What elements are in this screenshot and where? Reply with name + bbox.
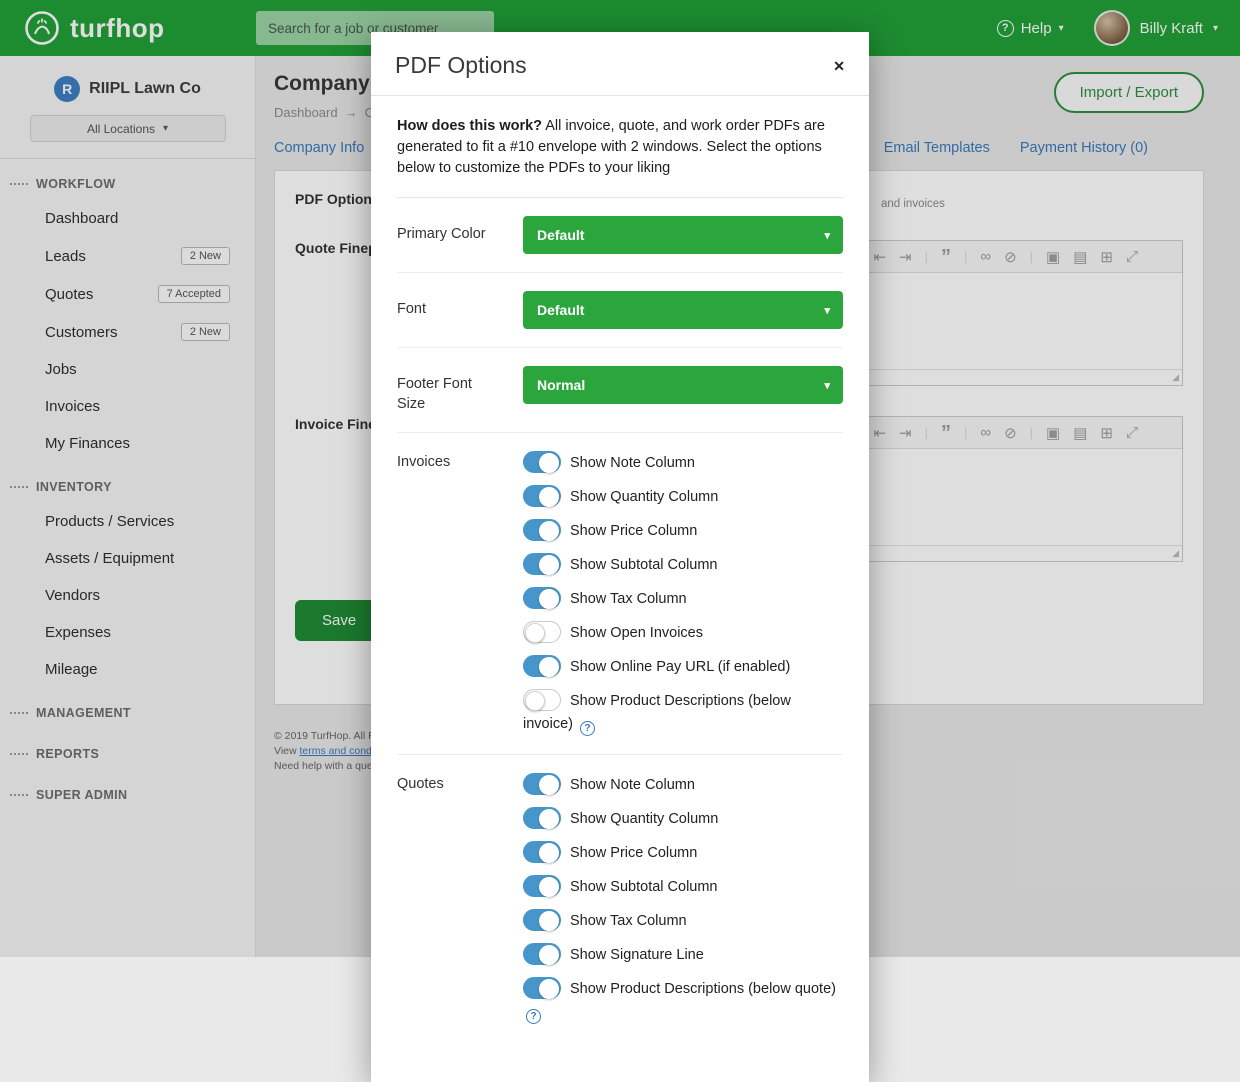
field-label: Primary Color bbox=[397, 216, 497, 254]
select-value: Default bbox=[537, 302, 584, 318]
toggle-show-online-pay-url[interactable] bbox=[523, 655, 561, 677]
toggle-row: Show Signature Line bbox=[523, 943, 843, 967]
toggle-show-tax-column[interactable] bbox=[523, 587, 561, 609]
toggle-row: Show Online Pay URL (if enabled) bbox=[523, 655, 843, 679]
toggle-show-product-descriptions-quote[interactable] bbox=[523, 977, 561, 999]
primary-color-select[interactable]: Default ▾ bbox=[523, 216, 843, 254]
toggle-label: Show Quantity Column bbox=[570, 811, 718, 827]
quotes-options-group: Quotes Show Note Column Show Quantity Co… bbox=[397, 755, 843, 1042]
modal-title: PDF Options bbox=[395, 52, 527, 79]
invoices-options-group: Invoices Show Note Column Show Quantity … bbox=[397, 433, 843, 755]
toggle-row: Show Product Descriptions (below quote) … bbox=[523, 977, 843, 1024]
pdf-options-modal: PDF Options ✕ How does this work? All in… bbox=[371, 32, 869, 1082]
toggle-show-subtotal-column-quotes[interactable] bbox=[523, 875, 561, 897]
toggle-label: Show Tax Column bbox=[570, 591, 687, 607]
toggle-show-note-column[interactable] bbox=[523, 451, 561, 473]
select-value: Default bbox=[537, 227, 584, 243]
toggle-label: Show Quantity Column bbox=[570, 489, 718, 505]
toggle-row: Show Subtotal Column bbox=[523, 553, 843, 577]
field-row-footer-font-size: Footer Font Size Normal ▾ bbox=[397, 348, 843, 433]
select-value: Normal bbox=[537, 377, 585, 393]
toggle-show-price-column[interactable] bbox=[523, 519, 561, 541]
font-select[interactable]: Default ▾ bbox=[523, 291, 843, 329]
toggle-show-note-column-quotes[interactable] bbox=[523, 773, 561, 795]
modal-intro: How does this work? All invoice, quote, … bbox=[397, 96, 843, 198]
toggle-row: Show Quantity Column bbox=[523, 807, 843, 831]
field-row-font: Font Default ▾ bbox=[397, 273, 843, 348]
toggle-label: Show Subtotal Column bbox=[570, 879, 718, 895]
toggle-row: Show Tax Column bbox=[523, 909, 843, 933]
toggle-row: Show Subtotal Column bbox=[523, 875, 843, 899]
help-icon[interactable]: ? bbox=[526, 1009, 541, 1024]
chevron-down-icon: ▾ bbox=[824, 379, 830, 392]
toggle-label: Show Tax Column bbox=[570, 913, 687, 929]
toggle-show-tax-column-quotes[interactable] bbox=[523, 909, 561, 931]
field-label: Font bbox=[397, 291, 497, 329]
chevron-down-icon: ▾ bbox=[824, 304, 830, 317]
toggle-show-quantity-column-quotes[interactable] bbox=[523, 807, 561, 829]
toggle-row: Show Product Descriptions (below invoice… bbox=[523, 689, 843, 736]
toggle-row: Show Tax Column bbox=[523, 587, 843, 611]
toggle-show-quantity-column[interactable] bbox=[523, 485, 561, 507]
toggle-row: Show Note Column bbox=[523, 773, 843, 797]
footer-font-size-select[interactable]: Normal ▾ bbox=[523, 366, 843, 404]
toggle-show-subtotal-column[interactable] bbox=[523, 553, 561, 575]
chevron-down-icon: ▾ bbox=[824, 229, 830, 242]
field-row-primary-color: Primary Color Default ▾ bbox=[397, 198, 843, 273]
field-label: Footer Font Size bbox=[397, 366, 497, 414]
toggle-row: Show Price Column bbox=[523, 841, 843, 865]
toggle-row: Show Open Invoices bbox=[523, 621, 843, 645]
toggle-show-price-column-quotes[interactable] bbox=[523, 841, 561, 863]
toggle-show-open-invoices[interactable] bbox=[523, 621, 561, 643]
toggle-show-product-descriptions-invoice[interactable] bbox=[523, 689, 561, 711]
toggle-label: Show Signature Line bbox=[570, 947, 704, 963]
group-label: Quotes bbox=[397, 773, 497, 1024]
intro-bold: How does this work? bbox=[397, 118, 542, 134]
toggle-label: Show Subtotal Column bbox=[570, 557, 718, 573]
toggle-show-signature-line[interactable] bbox=[523, 943, 561, 965]
toggle-label: Show Product Descriptions (below invoice… bbox=[523, 693, 791, 732]
group-label: Invoices bbox=[397, 451, 497, 736]
toggle-row: Show Note Column bbox=[523, 451, 843, 475]
toggle-label: Show Online Pay URL (if enabled) bbox=[570, 659, 790, 675]
toggle-label: Show Note Column bbox=[570, 777, 695, 793]
toggle-row: Show Quantity Column bbox=[523, 485, 843, 509]
toggle-label: Show Note Column bbox=[570, 455, 695, 471]
toggle-label: Show Product Descriptions (below quote) bbox=[570, 981, 836, 997]
toggle-label: Show Price Column bbox=[570, 523, 697, 539]
toggle-label: Show Open Invoices bbox=[570, 625, 703, 641]
toggle-label: Show Price Column bbox=[570, 845, 697, 861]
help-icon[interactable]: ? bbox=[580, 721, 595, 736]
close-icon[interactable]: ✕ bbox=[833, 58, 845, 75]
toggle-row: Show Price Column bbox=[523, 519, 843, 543]
